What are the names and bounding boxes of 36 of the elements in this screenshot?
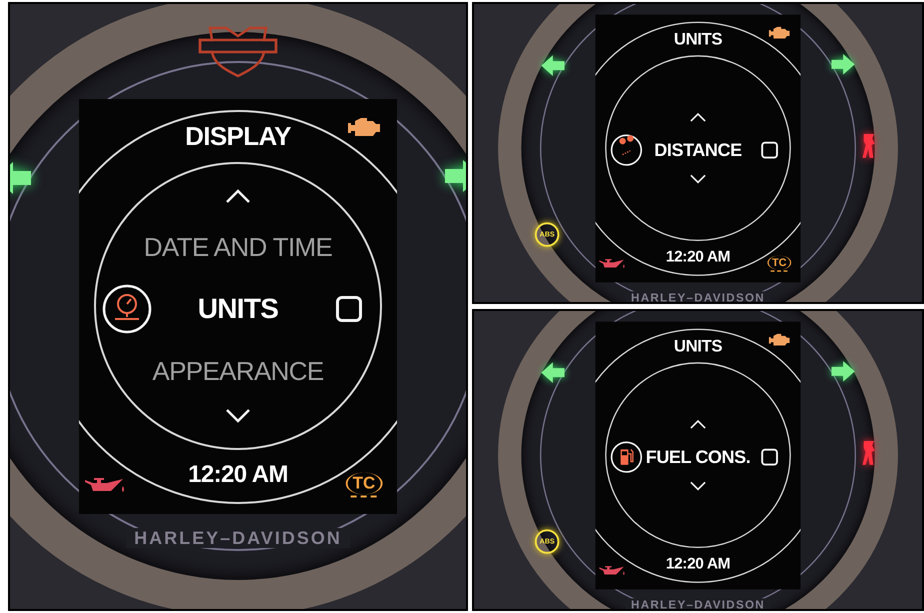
engine-warning-icon — [768, 332, 790, 346]
oil-can-icon — [598, 563, 626, 578]
traction-control-indicator: TC — [346, 472, 382, 498]
oil-can-icon — [598, 256, 626, 270]
chevron-up-icon[interactable] — [688, 112, 708, 122]
person-figure-icon — [860, 132, 878, 160]
brand-name: HARLEY–DAVIDSON — [626, 290, 770, 302]
map-pins-icon — [610, 134, 643, 166]
chevron-up-icon[interactable] — [688, 418, 708, 429]
chevron-down-icon[interactable] — [688, 480, 708, 491]
traction-control-indicator: TC — [767, 255, 792, 272]
gauge-icon — [102, 284, 152, 334]
menu-title: UNITS — [674, 28, 722, 48]
person-figure-icon — [860, 438, 878, 467]
clock-time: 12:20 AM — [666, 248, 730, 266]
chevron-down-icon[interactable] — [224, 408, 252, 424]
brand-name: HARLEY–DAVIDSON — [626, 598, 770, 609]
menu-item[interactable]: DATE AND TIME — [144, 228, 332, 266]
checkbox[interactable] — [761, 141, 778, 158]
menu-title: DISPLAY — [185, 121, 291, 151]
shield-logo-icon — [196, 24, 280, 78]
chevron-down-icon[interactable] — [688, 173, 708, 184]
brand-name: HARLEY–DAVIDSON — [126, 528, 350, 548]
clock-time: 12:20 AM — [666, 554, 730, 573]
checkbox[interactable] — [336, 296, 362, 322]
menu-item[interactable]: FUEL CONS. — [646, 443, 750, 470]
menu-item[interactable]: APPEARANCE — [152, 352, 324, 390]
engine-warning-icon — [347, 116, 381, 138]
menu-item[interactable]: UNITS — [198, 288, 278, 330]
fuel-pump-icon — [610, 440, 643, 473]
menu-item[interactable]: DISTANCE — [654, 136, 742, 164]
checkbox[interactable] — [761, 448, 778, 465]
engine-warning-icon — [768, 25, 790, 40]
menu-title: UNITS — [674, 335, 722, 355]
chevron-up-icon[interactable] — [224, 188, 252, 204]
clock-time: 12:20 AM — [188, 461, 288, 489]
